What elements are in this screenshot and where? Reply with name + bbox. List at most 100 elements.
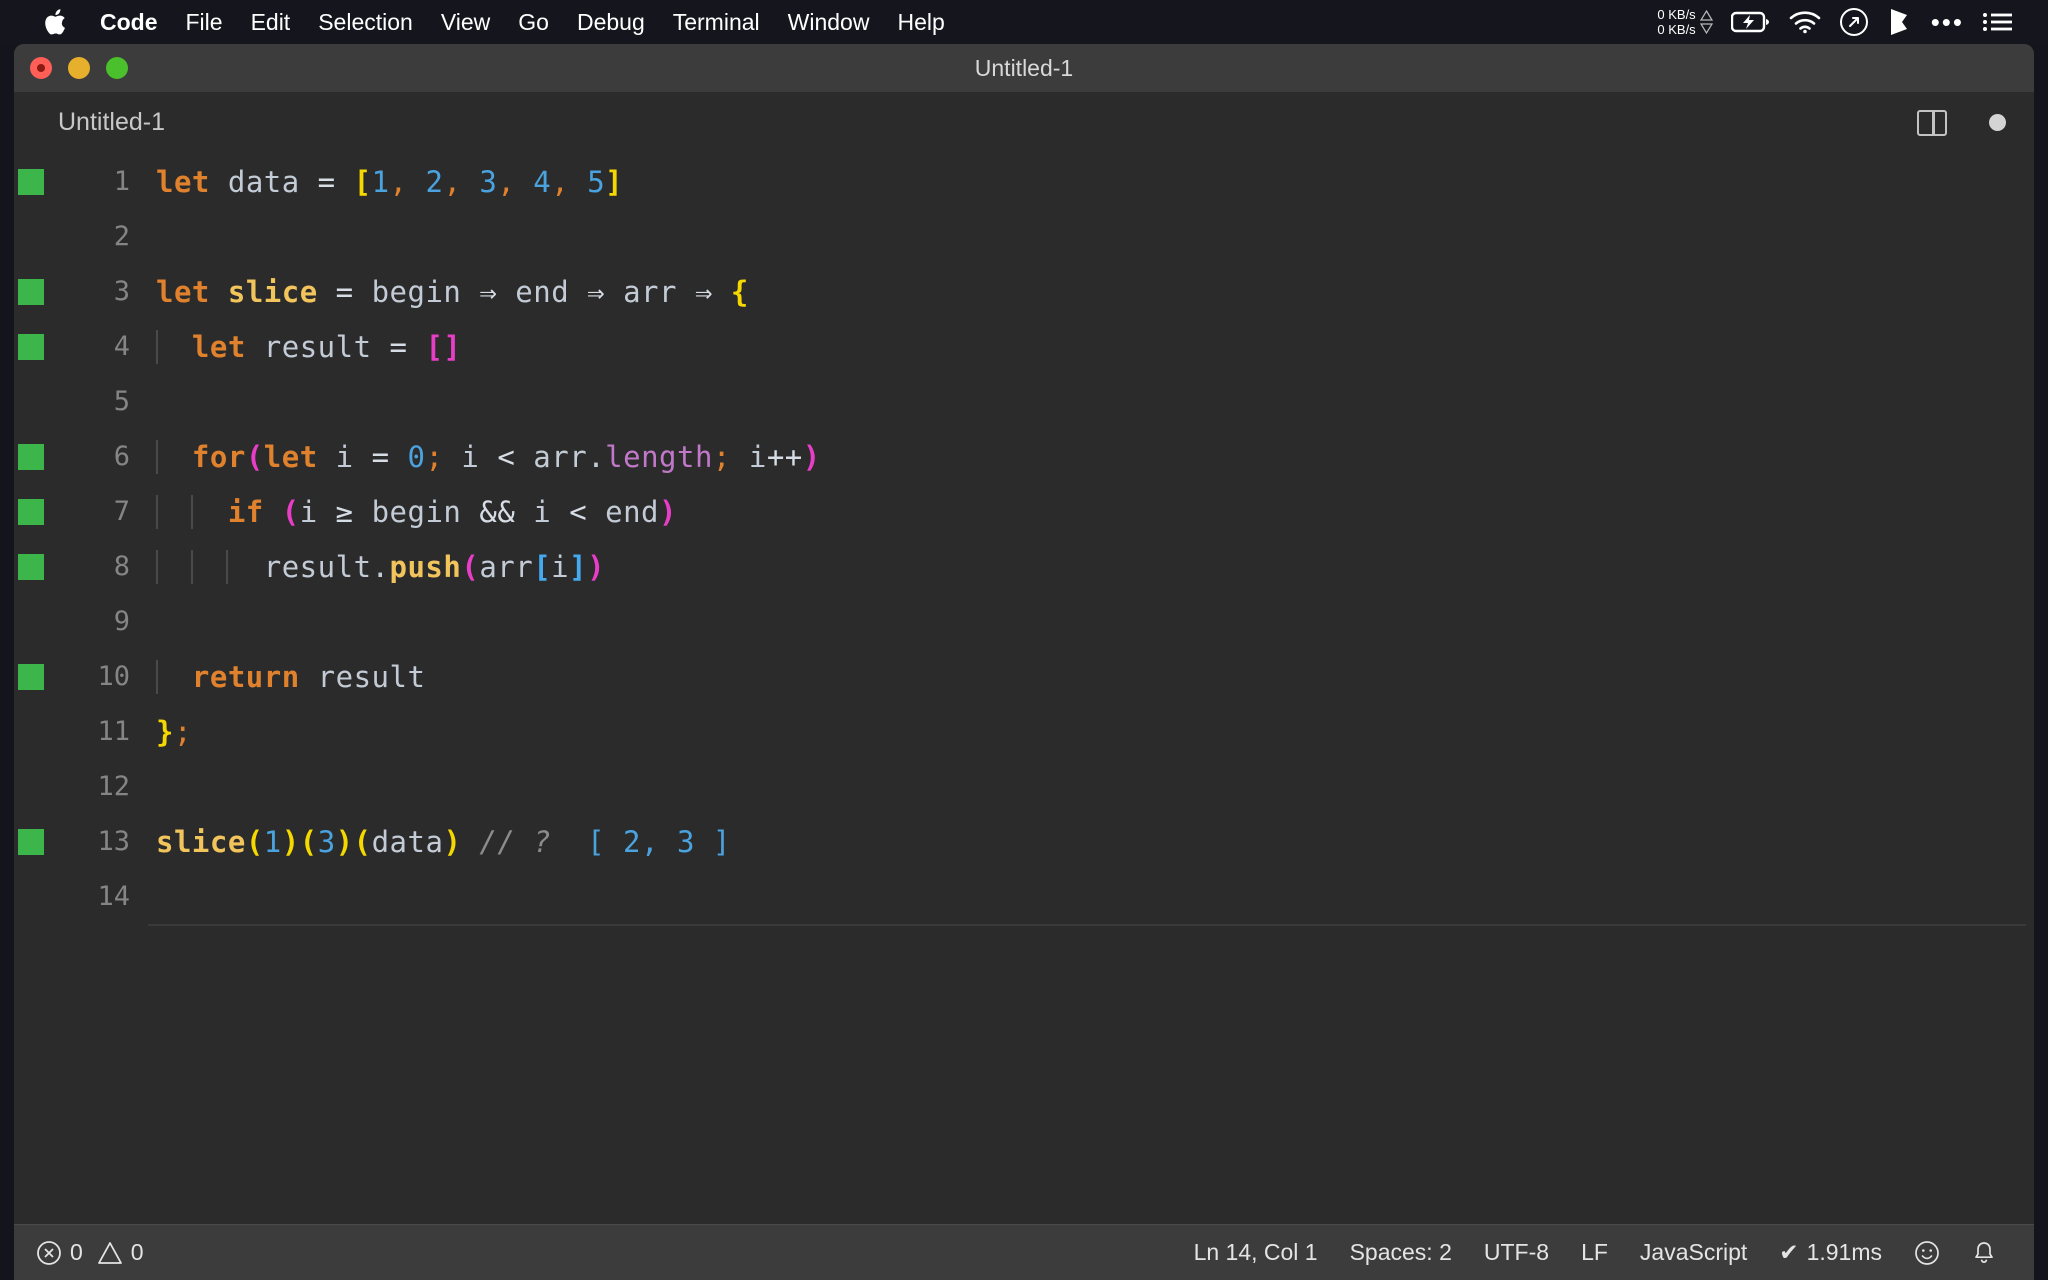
menu-bar-tray: 0 KB/s 0 KB/s •••: [1657, 7, 2030, 37]
menu-item-debug[interactable]: Debug: [563, 0, 659, 44]
line-number: 9: [113, 606, 130, 637]
code-line[interactable]: 14: [14, 869, 2034, 926]
tab-bar-actions: [1917, 109, 2006, 136]
code-line[interactable]: 8 result.push(arr[i]): [14, 539, 2034, 594]
speedometer-icon[interactable]: [1839, 7, 1869, 37]
code-line-text[interactable]: let slice = begin ⇒ end ⇒ arr ⇒ {: [148, 275, 2034, 309]
status-timing[interactable]: ✔ 1.91ms: [1763, 1239, 1898, 1266]
breakpoint-marker-icon[interactable]: [14, 443, 48, 470]
code-token: ]: [605, 164, 624, 199]
status-encoding[interactable]: UTF-8: [1468, 1239, 1565, 1266]
code-line[interactable]: 11};: [14, 704, 2034, 759]
code-line-text[interactable]: return result: [148, 659, 2034, 694]
network-upload-speed: 0 KB/s: [1657, 7, 1696, 22]
breakpoint-marker-icon[interactable]: [14, 498, 48, 525]
code-line-text[interactable]: let result = []: [148, 329, 2034, 364]
code-token: if: [227, 494, 264, 529]
code-line-text[interactable]: if (i ≥ begin && i < end): [148, 494, 2034, 529]
control-center-icon[interactable]: [1982, 10, 2014, 34]
code-token: end: [605, 494, 660, 529]
code-line-text[interactable]: let data = [1, 2, 3, 4, 5]: [148, 165, 2034, 199]
code-token: begin: [371, 274, 462, 309]
breakpoint-marker-icon[interactable]: [14, 553, 48, 580]
code-token: for: [191, 439, 246, 474]
network-speed-indicator[interactable]: 0 KB/s 0 KB/s: [1657, 7, 1713, 37]
code-token: end: [515, 274, 570, 309]
status-errors[interactable]: 0: [36, 1239, 97, 1266]
wifi-icon[interactable]: [1789, 10, 1821, 34]
download-triangle-icon: [1699, 23, 1713, 34]
status-cursor-position[interactable]: Ln 14, Col 1: [1178, 1239, 1334, 1266]
overflow-dots-icon[interactable]: •••: [1931, 9, 1964, 35]
green-square-icon: [18, 663, 44, 690]
status-indentation[interactable]: Spaces: 2: [1334, 1239, 1468, 1266]
breakpoint-marker-icon[interactable]: [14, 333, 48, 360]
menu-item-code[interactable]: Code: [86, 0, 172, 44]
code-line[interactable]: 2: [14, 209, 2034, 264]
indent-guide: [191, 549, 193, 584]
breakpoint-marker-icon[interactable]: [14, 168, 48, 195]
window-title: Untitled-1: [974, 54, 1074, 81]
code-line[interactable]: 5: [14, 374, 2034, 429]
green-square-icon: [18, 828, 44, 855]
code-editor[interactable]: 1 let data = [1, 2, 3, 4, 5] 2 3 let slice =…: [14, 154, 2034, 1178]
code-line-text[interactable]: slice(1)(3)(data) // ? [ 2, 3 ]: [148, 825, 2034, 859]
code-token: data: [227, 164, 300, 199]
tab-untitled-1[interactable]: Untitled-1: [58, 108, 165, 137]
status-language-mode[interactable]: JavaScript: [1624, 1239, 1763, 1266]
breakpoint-marker-icon[interactable]: [14, 663, 48, 690]
code-token: i: [299, 494, 318, 529]
code-line-text[interactable]: for(let i = 0; i < arr.length; i++): [148, 439, 2034, 474]
code-line[interactable]: 9: [14, 594, 2034, 649]
split-editor-icon[interactable]: [1917, 109, 1947, 136]
code-token: 4: [533, 164, 552, 199]
code-token: 1: [263, 824, 282, 859]
menu-item-view[interactable]: View: [427, 0, 504, 44]
code-line[interactable]: 12: [14, 759, 2034, 814]
code-token: return: [191, 659, 300, 694]
code-line-text[interactable]: };: [148, 715, 2034, 749]
menu-item-terminal[interactable]: Terminal: [659, 0, 774, 44]
code-token: ,: [551, 164, 570, 199]
code-line[interactable]: 10 return result: [14, 649, 2034, 704]
status-warnings[interactable]: 0: [97, 1239, 158, 1266]
menu-item-selection[interactable]: Selection: [304, 0, 427, 44]
code-token: ;: [712, 439, 731, 474]
menu-item-file[interactable]: File: [172, 0, 237, 44]
unsaved-indicator-icon[interactable]: [1989, 114, 2006, 131]
code-token: <: [497, 439, 516, 474]
code-line[interactable]: 1 let data = [1, 2, 3, 4, 5]: [14, 154, 2034, 209]
code-line[interactable]: 7 if (i ≥ begin && i < end): [14, 484, 2034, 539]
menu-item-go[interactable]: Go: [504, 0, 563, 44]
breakpoint-marker-icon[interactable]: [14, 278, 48, 305]
breakpoint-marker-icon[interactable]: [14, 828, 48, 855]
code-line[interactable]: 13 slice(1)(3)(data) // ? [ 2, 3 ]: [14, 814, 2034, 869]
status-notifications[interactable]: [1956, 1240, 2012, 1266]
shape-icon[interactable]: [1887, 7, 1913, 37]
status-eol[interactable]: LF: [1565, 1239, 1624, 1266]
code-token: ,: [443, 164, 462, 199]
apple-logo-icon[interactable]: [42, 7, 70, 37]
menu-item-edit[interactable]: Edit: [237, 0, 305, 44]
code-line[interactable]: 4 let result = []: [14, 319, 2034, 374]
indent-guide: [156, 549, 158, 584]
menu-item-help[interactable]: Help: [883, 0, 958, 44]
code-token: ,: [497, 164, 516, 199]
code-token: i: [748, 439, 767, 474]
code-token: ++: [766, 439, 803, 474]
code-token: =: [335, 274, 354, 309]
menu-item-window[interactable]: Window: [774, 0, 884, 44]
status-feedback[interactable]: [1898, 1240, 1956, 1266]
code-line-text[interactable]: result.push(arr[i]): [148, 549, 2034, 584]
code-line[interactable]: 6 for(let i = 0; i < arr.length; i++): [14, 429, 2034, 484]
battery-charging-icon[interactable]: [1730, 10, 1771, 34]
code-line[interactable]: 3 let slice = begin ⇒ end ⇒ arr ⇒ {: [14, 264, 2034, 319]
